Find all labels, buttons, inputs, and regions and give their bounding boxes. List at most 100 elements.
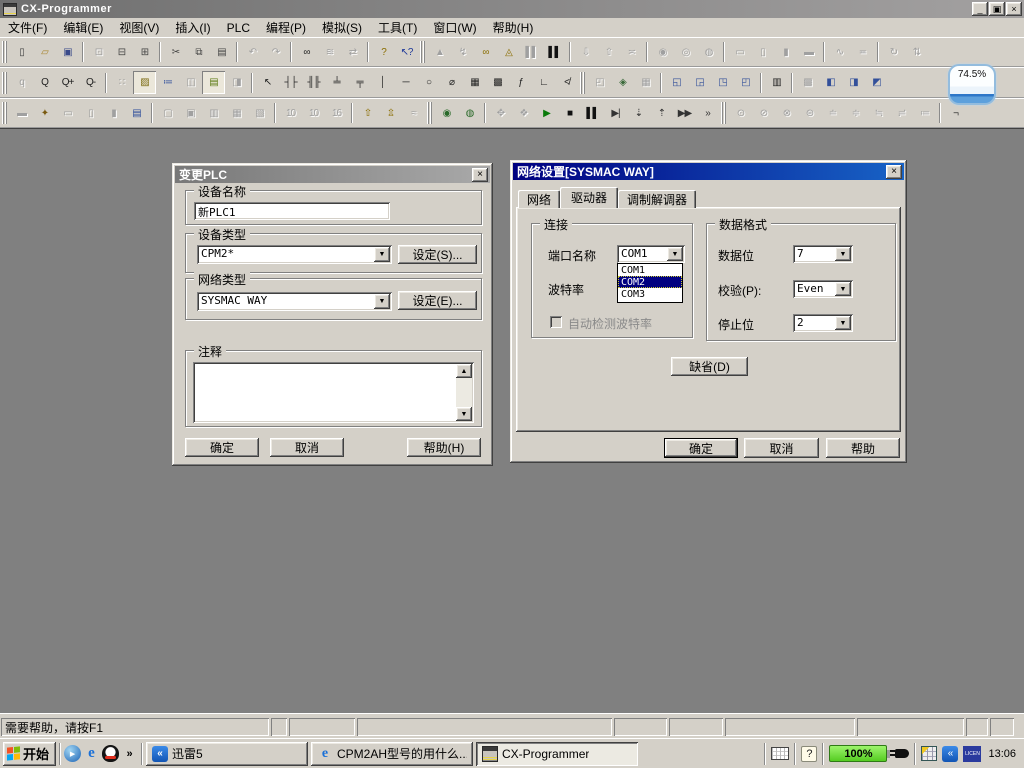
change-plc-button[interactable]: ⊡ (87, 41, 110, 64)
menu-view[interactable]: 视图(V) (111, 18, 167, 37)
network-settings-title-bar[interactable]: 网络设置[SYSMAC WAY] × (513, 163, 904, 180)
undo-button[interactable]: ↶ (241, 41, 264, 64)
taskbar-task-thunder[interactable]: « 迅雷5 (146, 742, 308, 766)
new-coil-button[interactable]: ○ (417, 71, 440, 94)
new-closed-or-contact-button[interactable]: ╤ (348, 71, 371, 94)
plc-memory-button[interactable]: ◰ (588, 71, 611, 94)
io-table-button[interactable]: ▦ (634, 71, 657, 94)
ok-button[interactable]: 确定 (664, 438, 738, 458)
monitor-window-button[interactable]: ◨ (225, 71, 248, 94)
option-com1[interactable]: COM1 (618, 264, 682, 276)
chevron-down-icon[interactable]: ▼ (835, 247, 851, 261)
help-button[interactable]: 帮助(H) (407, 438, 481, 457)
comment-textarea[interactable]: ▲ ▼ (193, 362, 474, 423)
find-replace-button[interactable]: ≋ (318, 41, 341, 64)
monitor-data-button[interactable]: ◉ (435, 102, 458, 125)
help-button[interactable]: ? (372, 41, 395, 64)
new-or-contact-button[interactable]: ╧ (325, 71, 348, 94)
clear-breakpoint-button[interactable]: ⊘ (752, 102, 775, 125)
data-bits-select[interactable]: 7 ▼ (793, 245, 853, 263)
network-type-settings-button[interactable]: 设定(E)... (398, 291, 477, 310)
compare-with-plc-button[interactable]: ≍ (620, 41, 643, 64)
run-to-cursor-button[interactable]: ▶| (604, 102, 627, 125)
show-comments-button[interactable]: ▨ (133, 71, 156, 94)
menu-program[interactable]: 编程(P) (258, 18, 314, 37)
open-file-button[interactable]: ▱ (33, 41, 56, 64)
network-type-select[interactable]: SYSMAC WAY ▼ (197, 292, 392, 311)
ok-button[interactable]: 确定 (185, 438, 259, 457)
transfer-settings-button[interactable]: ⇅ (905, 41, 928, 64)
pause-monitor-small-button[interactable]: ▌▌ (520, 41, 543, 64)
scroll-down-icon[interactable]: ▼ (456, 407, 472, 421)
run-monitor-button[interactable]: ◉ (651, 41, 674, 64)
menu-simulation[interactable]: 模拟(S) (314, 18, 370, 37)
online-compile-button[interactable]: ↯ (451, 41, 474, 64)
menu-tools[interactable]: 工具(T) (370, 18, 425, 37)
new-contact-button[interactable]: ┤├ (279, 71, 302, 94)
function-block-button[interactable]: ƒ (509, 71, 532, 94)
print-preview-button[interactable]: ⊞ (133, 41, 156, 64)
new-file-button[interactable]: ▯ (10, 41, 33, 64)
menu-plc[interactable]: PLC (219, 20, 258, 36)
memory-view-button[interactable]: ◨ (842, 71, 865, 94)
print-button[interactable]: ⊟ (110, 41, 133, 64)
quick-launch-overflow[interactable]: » (121, 745, 138, 762)
delete-line-button[interactable]: ≮ (555, 71, 578, 94)
options-button[interactable]: ✦ (33, 102, 56, 125)
cycle-time-button[interactable]: ↻ (882, 41, 905, 64)
find-button[interactable]: ∞ (295, 41, 318, 64)
option-com3[interactable]: COM3 (618, 288, 682, 300)
force-reset-button[interactable]: ≒ (867, 102, 890, 125)
restore-button[interactable]: ▣ (989, 2, 1005, 16)
format-hex-button[interactable]: 16 (325, 102, 348, 125)
option-com2[interactable]: COM2 (618, 276, 682, 288)
change-plc-title-bar[interactable]: 变更PLC × (175, 166, 490, 183)
auto-detect-checkbox[interactable] (550, 316, 562, 328)
battery-gauge-widget[interactable]: 74.5% (948, 64, 996, 105)
zoom-select-button[interactable]: q (10, 71, 33, 94)
step-out-button[interactable]: ⇡ (650, 102, 673, 125)
default-button[interactable]: 缺省(D) (671, 357, 748, 376)
format-signed-decimal-button[interactable]: 10 (302, 102, 325, 125)
chevron-down-icon[interactable]: ▼ (667, 247, 683, 261)
memory-cassette-button[interactable]: ▥ (202, 102, 225, 125)
simulation-pause-button[interactable]: ▌▌ (581, 102, 604, 125)
line-branch-button[interactable]: ∟ (532, 71, 555, 94)
properties-button[interactable]: ▤ (125, 102, 148, 125)
ie-icon[interactable]: e (83, 745, 100, 762)
close-icon[interactable]: × (472, 168, 488, 182)
goto-prev-output-button[interactable]: ◳ (711, 71, 734, 94)
step-over-button[interactable]: ▶▶ (673, 102, 696, 125)
help-button[interactable]: 帮助 (826, 438, 900, 458)
io-allocation-button[interactable]: ▧ (248, 102, 271, 125)
copy-button[interactable]: ⧉ (187, 41, 210, 64)
pause-button[interactable]: ▌▌ (543, 41, 566, 64)
step-into-button[interactable]: ⇣ (627, 102, 650, 125)
force-off-button[interactable]: ⇫ (379, 102, 402, 125)
io-comment-button[interactable]: ▮ (102, 102, 125, 125)
device-name-input[interactable]: 新PLC1 (194, 202, 390, 220)
new-project-window-button[interactable]: ▬ (10, 102, 33, 125)
close-button[interactable]: × (1006, 2, 1022, 16)
chevron-down-icon[interactable]: ▼ (835, 282, 851, 296)
data-trace-button[interactable]: ▦ (225, 102, 248, 125)
close-icon[interactable]: × (886, 165, 902, 179)
cancel-button[interactable]: 取消 (270, 438, 344, 457)
section-display-button[interactable]: ▯ (79, 102, 102, 125)
taskbar-task-ie[interactable]: e CPM2AH型号的用什么... (311, 742, 473, 766)
overview-window-button[interactable]: ◫ (179, 71, 202, 94)
format-decimal-button[interactable]: 10 (279, 102, 302, 125)
parity-select[interactable]: Even ▼ (793, 280, 853, 298)
start-button[interactable]: 开始 (3, 742, 56, 766)
media-player-icon[interactable]: ▶ (64, 745, 81, 762)
menu-insert[interactable]: 插入(I) (167, 18, 218, 37)
replace-button[interactable]: ⇄ (341, 41, 364, 64)
mode-monitor-button[interactable]: ▮ (774, 41, 797, 64)
chevron-down-icon[interactable]: ▼ (374, 294, 390, 309)
zoom-out-button[interactable]: Q- (79, 71, 102, 94)
pause-monitoring-button[interactable]: ◎ (674, 41, 697, 64)
taskbar-clock[interactable]: 13:06 (986, 748, 1018, 760)
zoom-in-button[interactable]: Q+ (56, 71, 79, 94)
force-cancel-all-button[interactable]: ≓ (890, 102, 913, 125)
qq-icon[interactable] (102, 745, 119, 762)
